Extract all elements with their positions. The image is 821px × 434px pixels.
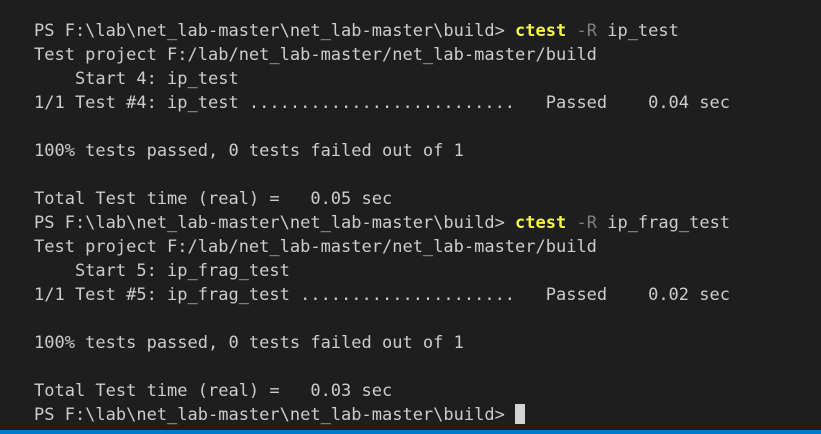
command-flag: -R [576, 21, 597, 41]
test-result-line: 1/1 Test #4: ip_test ...................… [34, 93, 730, 113]
command-name: ctest [515, 21, 567, 41]
total-time-line: Total Test time (real) = 0.03 sec [34, 381, 393, 401]
panel-accent-bar [0, 430, 821, 434]
command-flag: -R [576, 213, 597, 233]
prompt-line: PS F:\lab\net_lab-master\net_lab-master\… [34, 19, 821, 43]
test-start-line: Start 5: ip_frag_test [34, 261, 290, 281]
active-prompt-line[interactable]: PS F:\lab\net_lab-master\net_lab-master\… [34, 403, 821, 427]
tests-summary-line: 100% tests passed, 0 tests failed out of… [34, 141, 464, 161]
test-project-line: Test project F:/lab/net_lab-master/net_l… [34, 45, 597, 65]
prompt-text: PS F:\lab\net_lab-master\net_lab-master\… [34, 405, 516, 425]
tests-summary-line: 100% tests passed, 0 tests failed out of… [34, 333, 464, 353]
total-time-line: Total Test time (real) = 0.05 sec [34, 189, 393, 209]
command-argument: ip_test [607, 21, 679, 41]
test-start-line: Start 4: ip_test [34, 69, 239, 89]
prompt-text: PS F:\lab\net_lab-master\net_lab-master\… [34, 21, 516, 41]
test-result-line: 1/1 Test #5: ip_frag_test ..............… [34, 285, 730, 305]
prompt-text: PS F:\lab\net_lab-master\net_lab-master\… [34, 213, 516, 233]
text-cursor[interactable] [515, 404, 526, 424]
command-argument: ip_frag_test [607, 213, 731, 233]
command-name: ctest [515, 213, 567, 233]
prompt-line: PS F:\lab\net_lab-master\net_lab-master\… [34, 211, 821, 235]
test-project-line: Test project F:/lab/net_lab-master/net_l… [34, 237, 597, 257]
terminal-panel[interactable]: PS F:\lab\net_lab-master\net_lab-master\… [0, 0, 821, 434]
